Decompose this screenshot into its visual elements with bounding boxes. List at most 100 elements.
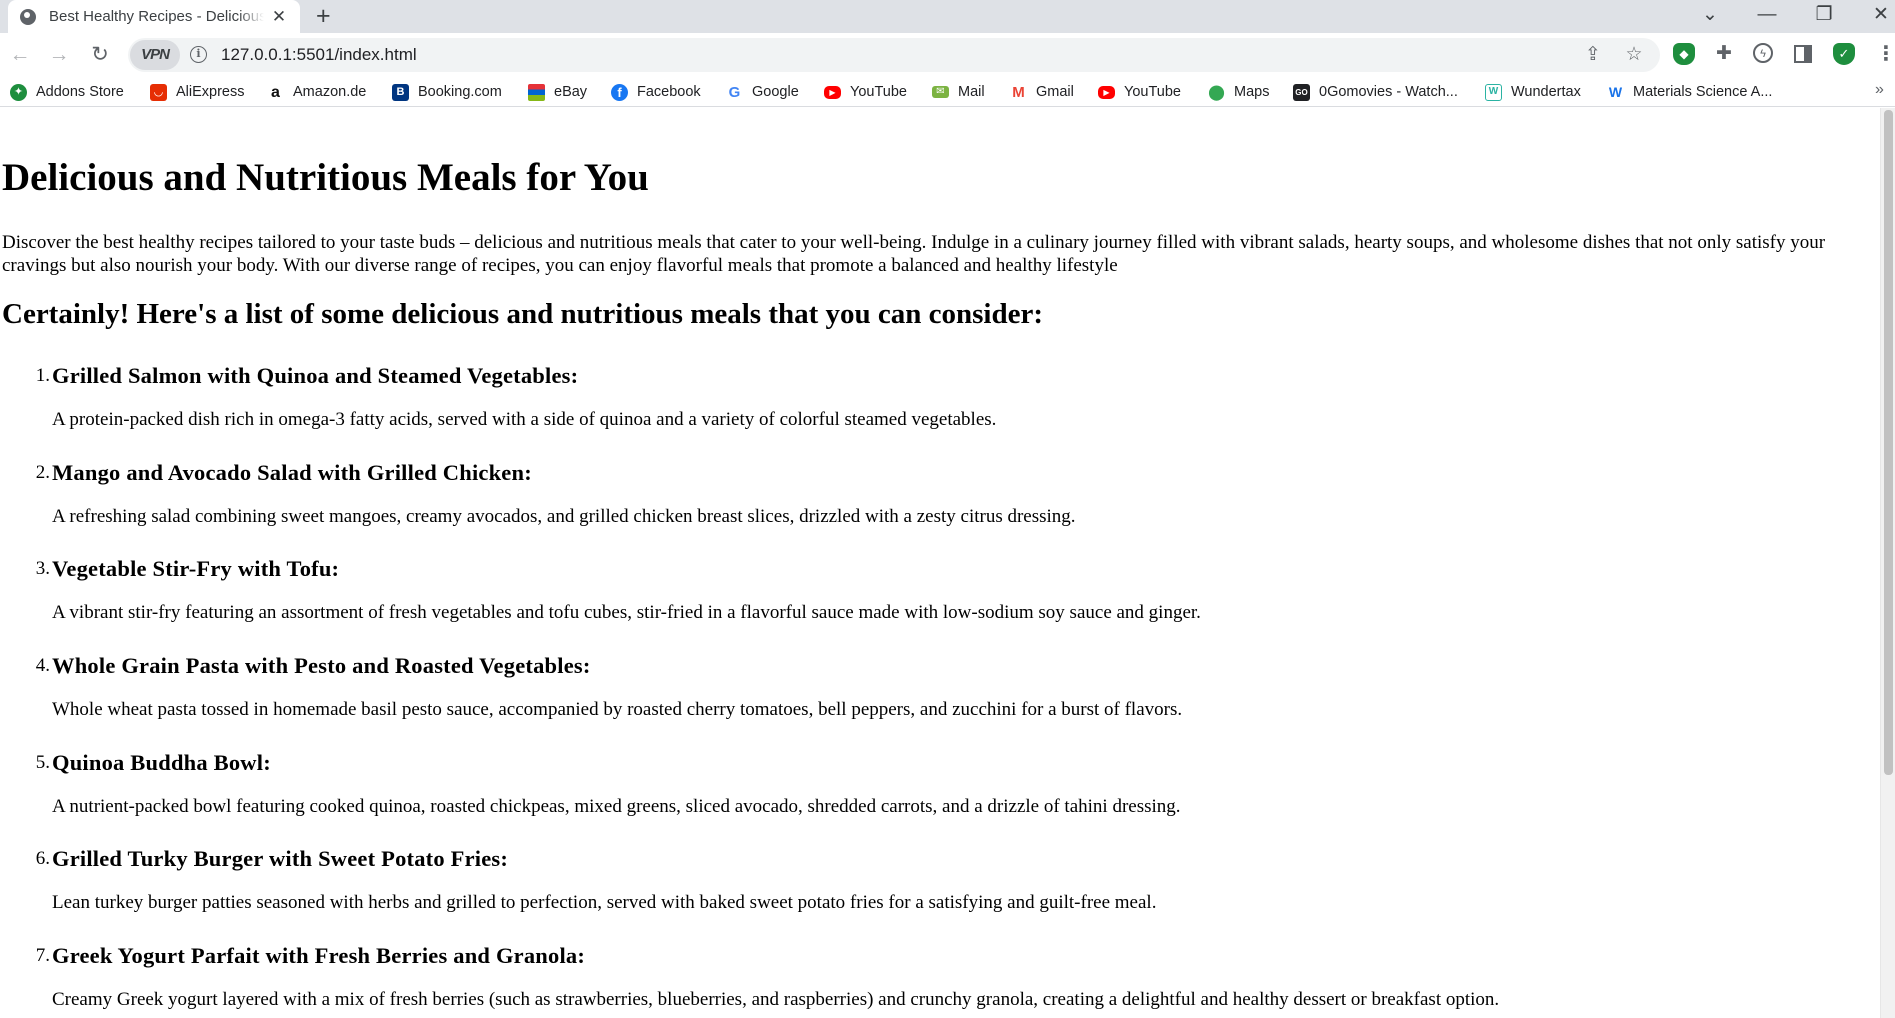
amazon-icon: a — [271, 83, 280, 101]
bookmark-label: YouTube — [1124, 84, 1181, 100]
bookmark-maps[interactable]: ⬤ Maps — [1208, 81, 1269, 103]
meal-title: Quinoa Buddha Bowl: — [52, 750, 271, 775]
meal-description: A nutrient-packed bowl featuring cooked … — [52, 796, 1181, 817]
list-item-number: 4. — [35, 655, 50, 676]
bookmarks-overflow-icon[interactable]: » — [1875, 81, 1884, 99]
tab-search-chevron-icon[interactable]: ⌄ — [1695, 2, 1725, 28]
url-text[interactable]: 127.0.0.1:5501/index.html — [221, 45, 417, 65]
tab-close-icon[interactable]: ✕ — [268, 7, 290, 27]
list-item-number: 6. — [35, 848, 50, 869]
meal-title: Mango and Avocado Salad with Grilled Chi… — [52, 460, 532, 485]
browser-tab[interactable]: Best Healthy Recipes - Delicious and Nut… — [8, 0, 300, 33]
bookmark-aliexpress[interactable]: ◡ AliExpress — [150, 81, 245, 103]
extensions-puzzle-icon[interactable]: ✚ — [1713, 43, 1735, 65]
bookmark-label: eBay — [554, 84, 588, 100]
bookmark-booking[interactable]: B Booking.com — [392, 81, 502, 103]
maps-pin-icon: ⬤ — [1208, 83, 1225, 101]
tab-title: Best Healthy Recipes - Delicious and Nut… — [49, 8, 264, 25]
ebay-icon — [528, 83, 545, 101]
meal-title: Vegetable Stir-Fry with Tofu: — [52, 556, 340, 581]
bookmark-label: Addons Store — [36, 84, 124, 100]
forward-button[interactable]: → — [45, 41, 73, 69]
meal-description: Whole wheat pasta tossed in homemade bas… — [52, 699, 1183, 720]
share-icon[interactable]: ⇪ — [1580, 43, 1606, 66]
youtube-icon: ▶ — [824, 85, 841, 99]
bookmark-materials-science[interactable]: W Materials Science A... — [1607, 81, 1773, 103]
bookmark-ebay[interactable]: eBay — [528, 81, 587, 103]
browser-menu-icon[interactable]: ⋮ — [1876, 41, 1895, 67]
new-tab-button[interactable]: + — [316, 3, 331, 29]
address-bar[interactable]: VPN i 127.0.0.1:5501/index.html ⇪ ☆ — [128, 38, 1660, 72]
facebook-icon: f — [611, 83, 628, 101]
bookmark-label: Materials Science A... — [1633, 84, 1773, 100]
bookmark-facebook[interactable]: f Facebook — [611, 81, 701, 103]
list-item-number: 1. — [35, 365, 50, 386]
reload-button[interactable]: ↻ — [86, 41, 114, 69]
meal-title: Grilled Salmon with Quinoa and Steamed V… — [52, 363, 579, 388]
bookmark-label: Amazon.de — [293, 84, 367, 100]
list-item: 2. Mango and Avocado Salad with Grilled … — [0, 458, 1860, 554]
list-item: 1. Grilled Salmon with Quinoa and Steame… — [0, 361, 1860, 457]
youtube-icon: ▶ — [1098, 85, 1115, 99]
wundertax-icon: W — [1485, 83, 1502, 101]
mail-icon: ✉ — [932, 86, 949, 98]
vertical-scrollbar[interactable] — [1880, 108, 1895, 1018]
bookmark-youtube-2[interactable]: ▶ YouTube — [1098, 81, 1181, 103]
tab-strip: Best Healthy Recipes - Delicious and Nut… — [0, 0, 1895, 33]
addons-store-icon: ✦ — [10, 83, 27, 101]
adblock-shield-icon[interactable]: ◆ — [1673, 43, 1695, 65]
list-heading: Certainly! Here's a list of some delicio… — [2, 298, 1044, 330]
list-item: 5. Quinoa Buddha Bowl: A nutrient-packed… — [0, 748, 1860, 844]
page-content: Delicious and Nutritious Meals for You D… — [0, 108, 1880, 1018]
list-item: 3. Vegetable Stir-Fry with Tofu: A vibra… — [0, 554, 1860, 650]
meal-description: A vibrant stir-fry featuring an assortme… — [52, 602, 1201, 623]
list-item: 4. Whole Grain Pasta with Pesto and Roas… — [0, 651, 1860, 747]
bookmark-label: YouTube — [850, 84, 907, 100]
gmail-icon: M — [1012, 83, 1025, 101]
bookmark-label: Booking.com — [418, 84, 502, 100]
bookmark-youtube-1[interactable]: ▶ YouTube — [824, 81, 907, 103]
list-item-number: 5. — [35, 752, 50, 773]
bookmark-amazon[interactable]: a Amazon.de — [267, 81, 366, 103]
bookmark-gmail[interactable]: M Gmail — [1010, 81, 1074, 103]
bookmark-label: Google — [752, 84, 799, 100]
google-icon: G — [728, 83, 741, 101]
side-panel-icon[interactable] — [1794, 45, 1812, 63]
browser-toolbar: ← → ↻ VPN i 127.0.0.1:5501/index.html ⇪ … — [0, 33, 1895, 77]
bookmark-label: Maps — [1234, 84, 1270, 100]
list-item: 6. Grilled Turky Burger with Sweet Potat… — [0, 844, 1860, 940]
bookmark-label: Facebook — [637, 84, 701, 100]
vpn-button[interactable]: VPN — [130, 40, 180, 70]
intro-paragraph: Discover the best healthy recipes tailor… — [2, 232, 1826, 276]
list-item-number: 7. — [35, 945, 50, 966]
bookmark-label: Gmail — [1036, 84, 1074, 100]
bookmark-addons-store[interactable]: ✦ Addons Store — [10, 81, 124, 103]
bookmark-wundertax[interactable]: W Wundertax — [1485, 81, 1581, 103]
site-info-icon[interactable]: i — [190, 46, 207, 63]
meal-description: A protein-packed dish rich in omega-3 fa… — [52, 409, 997, 430]
meal-description: Lean turkey burger patties seasoned with… — [52, 892, 1157, 913]
bookmark-star-icon[interactable]: ☆ — [1621, 43, 1647, 66]
materials-science-icon: W — [1608, 83, 1623, 100]
bookmark-google[interactable]: G Google — [726, 81, 799, 103]
bookmark-mail[interactable]: ✉ Mail — [932, 81, 985, 103]
gomovies-icon: GO — [1293, 83, 1310, 101]
bookmark-label: Wundertax — [1511, 84, 1581, 100]
list-item-number: 2. — [35, 462, 50, 483]
meal-title: Greek Yogurt Parfait with Fresh Berries … — [52, 943, 586, 968]
security-check-icon[interactable]: ✓ — [1833, 43, 1855, 65]
lightning-extension-icon[interactable]: ϟ — [1753, 43, 1773, 63]
meal-title: Grilled Turky Burger with Sweet Potato F… — [52, 846, 509, 871]
restore-button[interactable]: ❐ — [1809, 2, 1839, 28]
minimize-button[interactable]: — — [1752, 2, 1782, 28]
booking-icon: B — [392, 83, 409, 101]
bookmark-gomovies[interactable]: GO 0Gomovies - Watch... — [1293, 81, 1458, 103]
scrollbar-thumb[interactable] — [1884, 110, 1893, 775]
globe-icon — [20, 8, 36, 25]
window-close-button[interactable]: ✕ — [1866, 2, 1895, 28]
bookmark-label: Mail — [958, 84, 985, 100]
meal-title: Whole Grain Pasta with Pesto and Roasted… — [52, 653, 591, 678]
back-button[interactable]: ← — [6, 41, 34, 69]
bookmark-label: AliExpress — [176, 84, 245, 100]
list-item: 7. Greek Yogurt Parfait with Fresh Berri… — [0, 941, 1860, 1018]
